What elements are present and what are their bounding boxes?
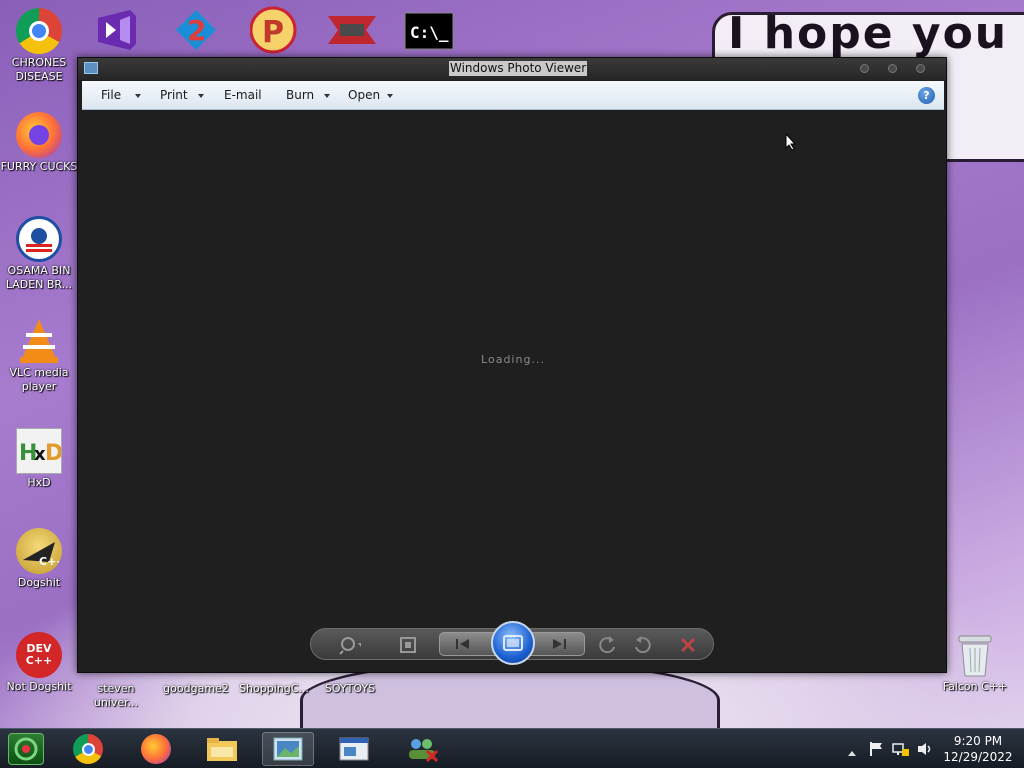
title-bar[interactable]: Windows Photo Viewer — [78, 58, 946, 80]
desktop-icon-falcon[interactable]: Falcon C++ — [936, 632, 1014, 694]
menu-email[interactable]: E-mail — [224, 81, 262, 110]
rotate-counterclockwise-icon[interactable] — [597, 634, 619, 656]
desktop-icon-label: HxD — [27, 476, 51, 489]
menu-toolbar: File Print E-mail Burn Open ? — [82, 81, 944, 110]
window-title: Windows Photo Viewer — [449, 61, 588, 76]
desktop-icon-label: Falcon C++ — [942, 680, 1008, 693]
svg-text:D: D — [45, 441, 61, 466]
folder-icon — [207, 738, 237, 761]
desktop-icon-label: Dogshit — [17, 576, 61, 589]
help-icon[interactable]: ? — [918, 87, 935, 104]
window-app-icon — [339, 737, 369, 761]
desktop-icon-vlc[interactable]: VLC media player — [0, 318, 78, 394]
taskbar-app[interactable] — [328, 732, 380, 766]
maximize-button[interactable] — [888, 64, 897, 73]
logo-icon — [16, 216, 62, 262]
menu-print[interactable]: Print — [160, 81, 188, 110]
taskbar-network-game[interactable] — [396, 732, 448, 766]
desktop-icon-label: OSAMA BIN LADEN BR... — [5, 264, 73, 291]
svg-text:C++: C++ — [39, 555, 59, 566]
vlc-cone-icon — [16, 318, 62, 364]
desktop-icon-chrones-disease[interactable]: CHRONES DISEASE — [0, 8, 78, 84]
desktop-icon-steven[interactable]: steven univer... — [86, 682, 146, 710]
viewer-controls — [310, 621, 714, 665]
desktop-icon-hxd[interactable]: HxD HxD — [0, 428, 78, 490]
rotate-clockwise-icon[interactable] — [631, 634, 653, 656]
taskbar: 9:20 PM 12/29/2022 — [0, 728, 1024, 768]
firefox-icon — [141, 734, 171, 764]
shooter-game-icon[interactable] — [326, 10, 376, 54]
loading-status: Loading... — [481, 353, 545, 366]
taskbar-clock[interactable]: 9:20 PM 12/29/2022 — [936, 733, 1020, 765]
desktop-icon-label: FURRY CUCKS — [0, 160, 78, 173]
visual-studio-icon[interactable] — [92, 8, 140, 52]
game-two-icon[interactable]: 2 — [172, 8, 220, 52]
taskbar-file-explorer[interactable] — [196, 732, 248, 766]
hxd-icon: HxD — [16, 428, 62, 474]
chevron-down-icon[interactable] — [387, 94, 393, 98]
menu-open[interactable]: Open — [348, 81, 380, 110]
actual-size-icon[interactable] — [397, 634, 419, 656]
menu-burn[interactable]: Burn — [286, 81, 314, 110]
firefox-icon — [16, 112, 62, 158]
svg-text:P: P — [262, 15, 284, 50]
taskbar-photo-viewer[interactable] — [262, 732, 314, 766]
desktop-icon-furry-cucks[interactable]: FURRY CUCKS — [0, 112, 78, 174]
desktop-icon-shopping[interactable]: ShoppingC... — [238, 682, 310, 696]
network-users-icon — [409, 739, 439, 763]
wallpaper-text: I hope you — [728, 8, 1009, 59]
chevron-down-icon[interactable] — [324, 94, 330, 98]
cpp-ide-icon: C++ — [16, 528, 62, 574]
photo-viewer-icon — [84, 62, 98, 74]
start-icon — [14, 737, 38, 761]
start-button[interactable] — [8, 733, 44, 765]
svg-text:2: 2 — [187, 14, 206, 47]
clock-date: 12/29/2022 — [943, 750, 1013, 764]
desktop-icon-not-dogshit[interactable]: DEV C++ Not Dogshit — [0, 632, 78, 694]
slideshow-icon — [503, 635, 523, 651]
network-icon[interactable] — [892, 741, 909, 757]
command-prompt-icon[interactable]: C:\_ — [404, 12, 454, 56]
previous-icon[interactable] — [452, 633, 474, 655]
next-icon[interactable] — [548, 633, 570, 655]
mouse-cursor-icon — [785, 132, 797, 155]
desktop-icon-label: Not Dogshit — [6, 680, 72, 693]
desktop-icon-label: VLC media player — [9, 366, 69, 393]
minimize-button[interactable] — [860, 64, 869, 73]
taskbar-firefox[interactable] — [130, 732, 182, 766]
recycle-bin-icon — [952, 632, 998, 678]
menu-file[interactable]: File — [101, 81, 121, 110]
slideshow-button[interactable] — [491, 621, 535, 665]
dev-cpp-icon: DEV C++ — [16, 632, 62, 678]
action-center-flag-icon[interactable] — [868, 741, 884, 757]
delete-icon[interactable] — [677, 634, 699, 656]
desktop-icon-goodgame2[interactable]: goodgame2 — [160, 682, 232, 696]
svg-text:C:\_: C:\_ — [410, 23, 449, 42]
desktop-icon-label: CHRONES DISEASE — [11, 56, 67, 83]
desktop-icon-dogshit[interactable]: C++ Dogshit — [0, 528, 78, 590]
chevron-down-icon[interactable] — [135, 94, 141, 98]
desktop-icon-osama[interactable]: OSAMA BIN LADEN BR... — [0, 216, 78, 292]
show-hidden-icons-icon[interactable] — [846, 743, 862, 759]
zoom-icon[interactable] — [339, 634, 361, 656]
chrome-icon — [16, 8, 62, 54]
desktop-icon-soytoys[interactable]: SOYTOYS — [314, 682, 386, 696]
chevron-down-icon[interactable] — [198, 94, 204, 98]
p-app-icon[interactable]: P — [249, 6, 298, 54]
chrome-icon — [73, 734, 103, 764]
photo-viewer-icon — [273, 737, 303, 761]
clock-time: 9:20 PM — [953, 734, 1003, 748]
volume-icon[interactable] — [916, 741, 932, 757]
close-button[interactable] — [916, 64, 925, 73]
taskbar-chrome[interactable] — [62, 732, 114, 766]
photo-viewer-window[interactable]: Windows Photo Viewer File Print E-mail B… — [77, 57, 947, 673]
